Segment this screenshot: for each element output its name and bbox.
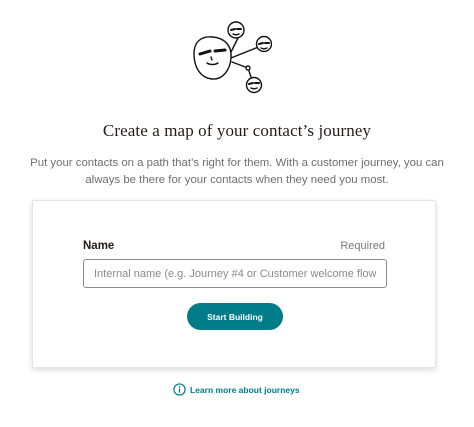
page-title: Create a map of your contact’s journey bbox=[102, 121, 372, 140]
faces-map-icon bbox=[193, 21, 272, 94]
journey-illustration bbox=[188, 18, 272, 96]
start-building-button[interactable]: Start Building bbox=[187, 303, 283, 330]
journey-name-input[interactable] bbox=[83, 259, 387, 288]
required-label: Required bbox=[340, 240, 385, 252]
learn-more-link[interactable]: Learn more about journeys bbox=[173, 383, 300, 396]
journey-form-card: Name Required Start Building bbox=[32, 200, 436, 368]
info-icon bbox=[173, 383, 186, 396]
learn-more-label: Learn more about journeys bbox=[190, 384, 300, 395]
name-label: Name bbox=[83, 240, 115, 252]
page-subtitle: Put your contacts on a path that’s right… bbox=[30, 157, 444, 186]
